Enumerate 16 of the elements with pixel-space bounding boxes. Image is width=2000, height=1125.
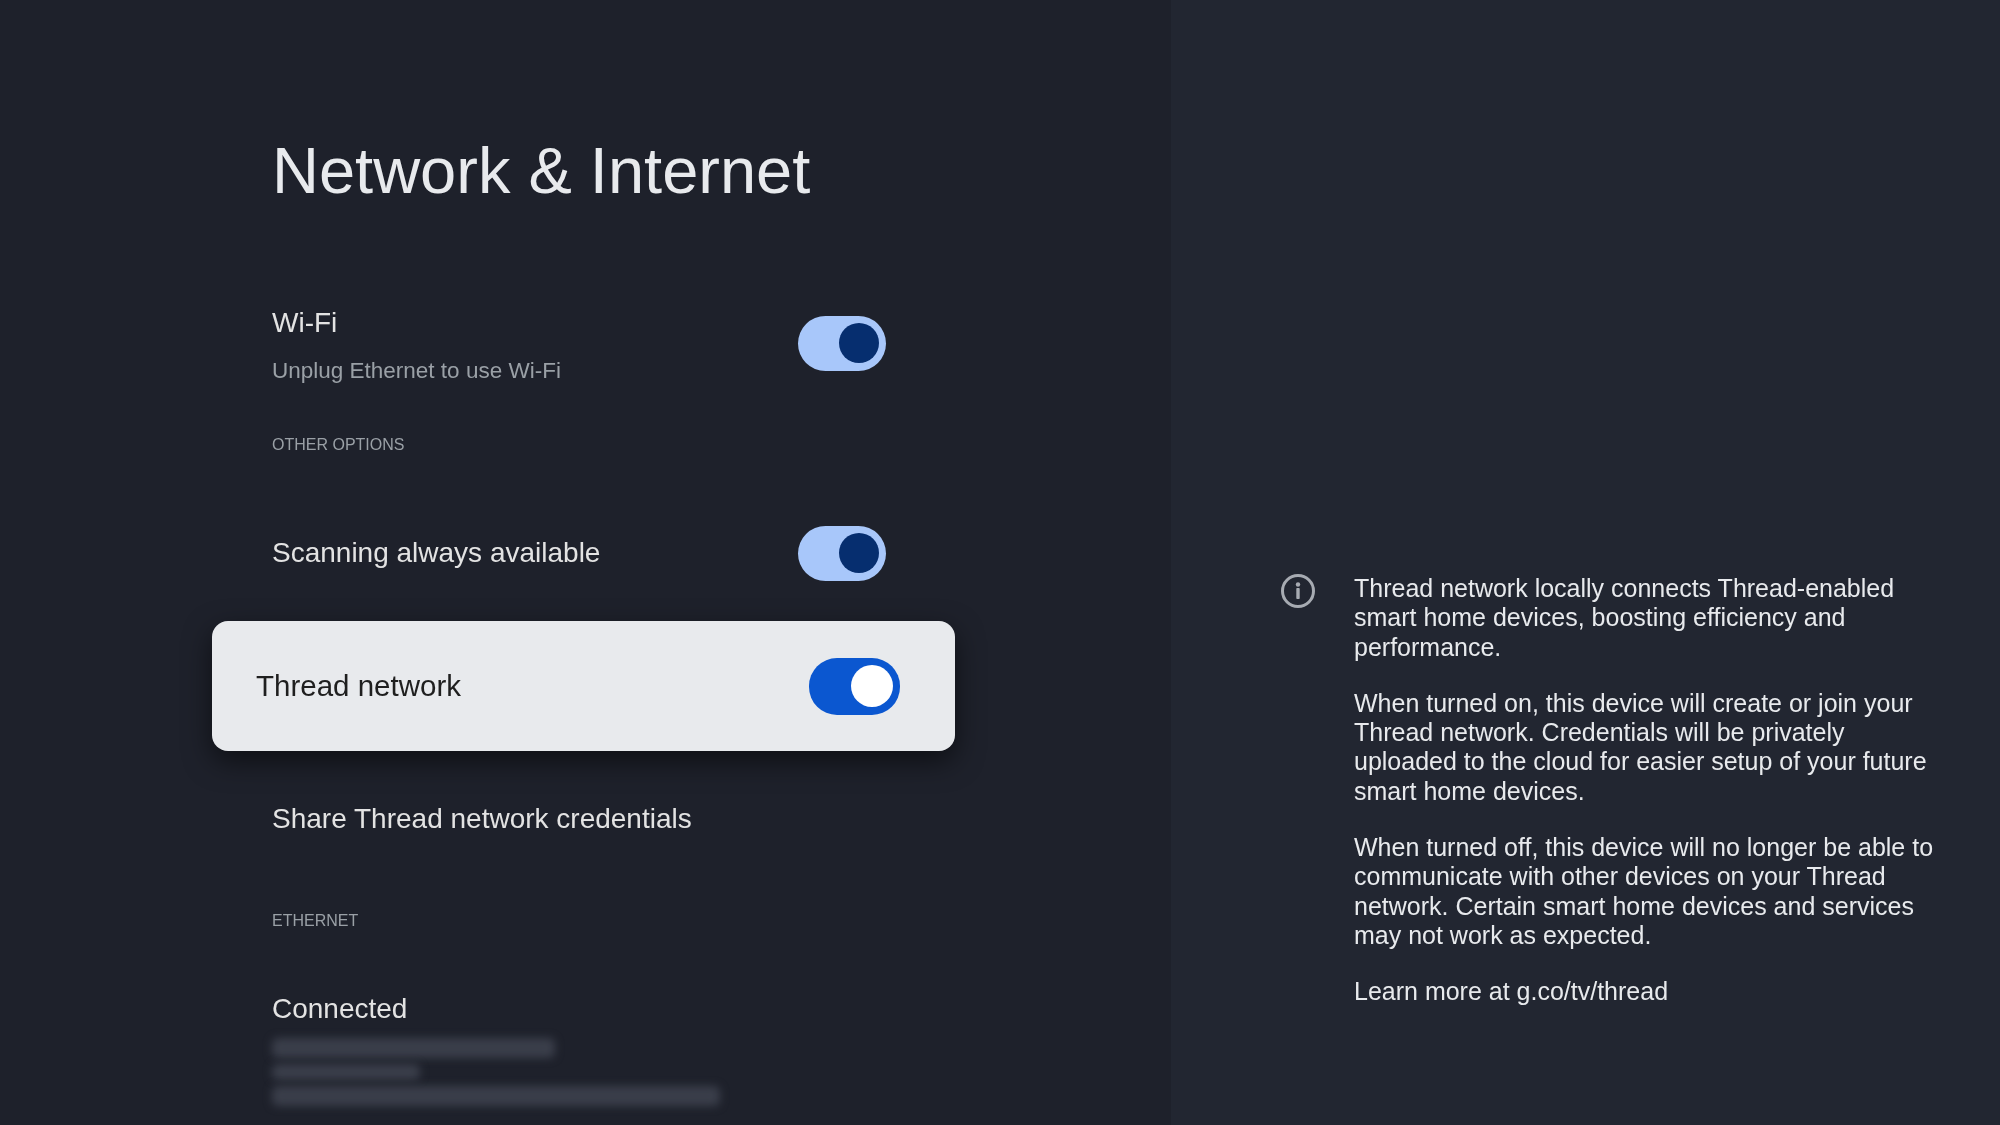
section-header: ETHERNET: [272, 911, 359, 931]
toggle-switch[interactable]: [798, 315, 886, 371]
settings-item[interactable]: Scanning always available: [212, 497, 955, 609]
settings-item[interactable]: Connected: [212, 973, 955, 1106]
section-header: OTHER OPTIONS: [272, 435, 405, 455]
settings-item[interactable]: Share Thread network credentials: [212, 763, 955, 875]
info-paragraph: Thread network locally connects Thread-enabled smart home devices, boosting efficiency and performance.: [1354, 574, 1896, 662]
settings-item[interactable]: Wi-Fi Unplug Ethernet to use Wi-Fi: [212, 287, 955, 399]
info-paragraph: Learn more at g.co/tv/thread: [1354, 977, 1670, 1007]
settings-item[interactable]: Thread network: [212, 621, 955, 751]
info-icon: [1281, 574, 1315, 608]
toggle-switch[interactable]: [798, 525, 886, 581]
info-paragraph: When turned on, this device will create or join your Thread network. Credentials will be privately uploaded to the cloud for easier setup of your future smart home devices.: [1354, 688, 1928, 807]
toggle-switch[interactable]: [809, 657, 900, 715]
info-paragraph: When turned off, this device will no longer be able to communicate with other devices on your Thread network. Certain smart home devices and services may not work as expected.: [1354, 833, 1934, 951]
page-title: Network & Internet: [272, 133, 811, 209]
